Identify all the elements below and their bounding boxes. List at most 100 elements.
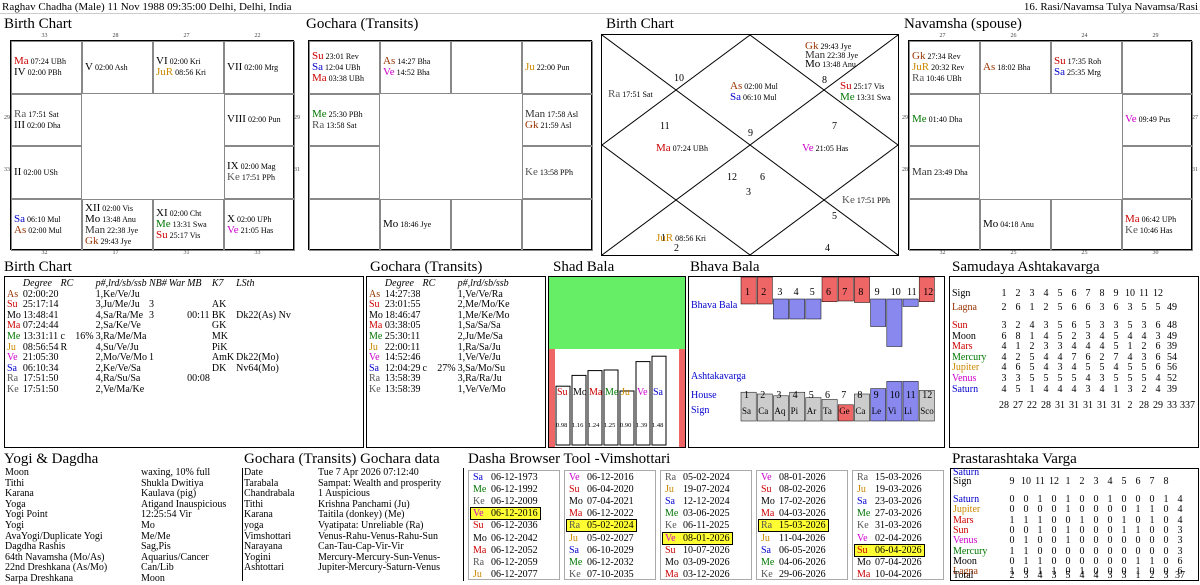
bhava-bala-bar xyxy=(886,298,903,347)
navamsha-outer: Gk 27:34 Rev JuR 20:32 Rev Ra 10:46 UBh As … xyxy=(908,40,1193,251)
dasha-period[interactable]: Mo 07-04-2021 xyxy=(567,496,636,507)
planet-degree: 13:58 PPh xyxy=(537,167,573,177)
bindu-tick: 24 xyxy=(1081,33,1088,39)
dasha-period[interactable]: Ke 06-11-2025 xyxy=(663,520,731,531)
dasha-period[interactable]: Mo 03-09-2026 xyxy=(663,557,732,568)
planet-degree: 02:00 Mul xyxy=(26,225,62,235)
table-cell: 0 xyxy=(1135,545,1141,557)
dasha-period[interactable]: Ve 08-01-2026 xyxy=(759,472,828,483)
table-cell: 5 xyxy=(1029,372,1035,384)
dasha-period[interactable]: Me 06-12-2032 xyxy=(567,557,636,568)
dasha-period[interactable]: Su 06-12-2036 xyxy=(471,520,540,531)
dasha-period[interactable]: Me 06-12-1992 xyxy=(471,484,540,495)
table-cell: 29 xyxy=(1153,400,1163,412)
dasha-lord: Ve xyxy=(473,508,484,520)
dasha-period[interactable]: Ju 11-04-2026 xyxy=(759,533,827,544)
planet-entry: Ke 10:46 Has xyxy=(1125,224,1190,236)
dasha-period[interactable]: Ke 31-03-2026 xyxy=(855,520,924,531)
dasha-period[interactable]: Ma 06-12-2052 xyxy=(471,545,540,556)
dasha-period[interactable]: Ra 05-02-2024 xyxy=(566,519,637,533)
dasha-date: 31-03-2026 xyxy=(875,520,922,532)
table-cell: 3 xyxy=(1099,372,1105,384)
dasha-period[interactable]: Ra 06-12-2059 xyxy=(471,557,540,568)
table-cell xyxy=(59,311,74,322)
dasha-period[interactable]: Ma 03-12-2026 xyxy=(663,569,732,580)
dasha-date: 15-03-2026 xyxy=(779,520,826,532)
sign-abbr: Ca xyxy=(758,406,768,416)
table-cell: 1 xyxy=(1065,476,1071,487)
dasha-period[interactable]: Ra 15-03-2026 xyxy=(855,472,924,483)
dasha-period[interactable]: Ma 10-04-2026 xyxy=(855,569,924,580)
dasha-period[interactable]: Sa 23-03-2026 xyxy=(855,496,924,507)
table-cell xyxy=(148,364,168,375)
table-cell xyxy=(436,300,456,311)
table-cell: Lagna xyxy=(952,301,977,313)
planet-degree: 02:00 UPh xyxy=(234,214,272,224)
dasha-period[interactable]: Sa 06-12-1973 xyxy=(471,472,540,483)
dasha-period[interactable]: Mo 07-04-2026 xyxy=(855,557,924,568)
planet-entry: Mo 13:48 Anu xyxy=(805,59,856,70)
dasha-period[interactable]: Sa 06-05-2026 xyxy=(759,545,828,556)
table-cell: 4 xyxy=(1079,570,1085,581)
dasha-period[interactable]: Su 06-04-2026 xyxy=(854,543,925,557)
planet-abbr: JuR xyxy=(156,66,174,79)
table-value: Jupiter-Mercury-Saturn-Venus xyxy=(318,562,440,574)
dasha-lord: Su xyxy=(569,484,580,496)
house-number: 8 xyxy=(822,75,827,86)
dasha-period[interactable]: Su 08-02-2026 xyxy=(759,484,828,495)
navamsha-house-cell xyxy=(1122,146,1193,199)
bhava-bala-chart: 1 2 3 4 5 6 7 8 9 10 11 12Bhava BalaAshtakavargaHou… xyxy=(691,277,935,422)
planet-degree: 13:58 Sat xyxy=(324,120,357,130)
dasha-date: 12-12-2024 xyxy=(683,496,730,508)
dasha-period[interactable]: Me 04-06-2026 xyxy=(759,557,828,568)
dasha-period[interactable]: Mo 17-02-2026 xyxy=(759,496,828,507)
dasha-period[interactable]: Ju 05-02-2027 xyxy=(567,533,636,544)
dasha-period[interactable]: Ve 06-12-2016 xyxy=(470,507,541,521)
house-num: 2 xyxy=(760,390,765,401)
dasha-period[interactable]: Ju 19-07-2024 xyxy=(663,484,732,495)
sign-label: Sign xyxy=(691,405,709,416)
dasha-period[interactable]: Su 10-07-2026 xyxy=(663,545,732,556)
dasha-period[interactable]: Me 27-03-2026 xyxy=(855,508,924,519)
planet-degree: 09:49 Pus xyxy=(1136,115,1171,125)
gochara-house-cell: Man 17:58 Asl Gk 21:59 Asl xyxy=(522,93,593,146)
dasha-period[interactable]: Ra 15-03-2026 xyxy=(758,519,829,533)
dasha-period[interactable]: Ma 06-12-2022 xyxy=(567,508,636,519)
dasha-period[interactable]: Ju 06-12-2077 xyxy=(471,569,540,580)
dasha-period[interactable]: Ra 05-02-2024 xyxy=(663,472,732,483)
gochara-house-cell xyxy=(309,198,380,251)
table-cell: 3 xyxy=(1029,287,1035,299)
dasha-lord: Ma xyxy=(665,568,679,580)
table-cell: 9 xyxy=(1009,476,1015,487)
dasha-period[interactable]: Me 03-06-2025 xyxy=(663,508,732,519)
dasha-period[interactable]: Ke 29-06-2026 xyxy=(759,569,828,580)
table-cell xyxy=(168,353,186,364)
dasha-period[interactable]: Sa 12-12-2024 xyxy=(663,496,732,507)
dasha-period[interactable]: Su 06-04-2020 xyxy=(567,484,636,495)
table-row: Me 13:31:11 c 16% 3,Ra/Me/Ma MK xyxy=(6,331,292,343)
dasha-date: 23-03-2026 xyxy=(875,496,922,508)
dasha-period[interactable]: Ve 02-04-2026 xyxy=(855,533,924,544)
dasha-columns: Sa 06-12-1973 Me 06-12-1992 Ke 06-12-2009 Ve 06… xyxy=(466,468,948,581)
house-num: 1 xyxy=(744,390,749,401)
dasha-period[interactable]: Sa 06-10-2029 xyxy=(567,545,636,556)
bhava-house-label: 4 xyxy=(794,287,799,298)
table-cell: 3 xyxy=(1141,320,1147,331)
planet-degree: 17:51 Sat xyxy=(26,109,59,119)
house-label: House xyxy=(691,390,717,401)
table-row: Ashtottari Jupiter-Mercury-Saturn-Venus xyxy=(243,563,442,574)
table-cell: 2 xyxy=(1015,287,1021,299)
dasha-period[interactable]: Ke 07-10-2035 xyxy=(567,569,636,580)
dasha-period[interactable]: Ve 06-12-2016 xyxy=(567,472,636,483)
dasha-period[interactable]: Mo 06-12-2042 xyxy=(471,533,540,544)
dasha-period[interactable]: Ke 06-12-2009 xyxy=(471,496,540,507)
dasha-period[interactable]: Ju 19-03-2026 xyxy=(855,484,924,495)
table-cell: 3 xyxy=(1113,320,1119,331)
dasha-period[interactable]: Ma 04-03-2026 xyxy=(759,508,828,519)
table-cell: 31 xyxy=(1083,400,1093,412)
table-cell: 3 xyxy=(1163,570,1169,581)
table-value: waxing, 10% full xyxy=(141,467,211,478)
dasha-period[interactable]: Ve 08-01-2026 xyxy=(662,531,733,545)
table-cell: 0 xyxy=(1163,535,1169,547)
gochara-house-cell: Ju 22:00 Pun xyxy=(522,41,593,94)
